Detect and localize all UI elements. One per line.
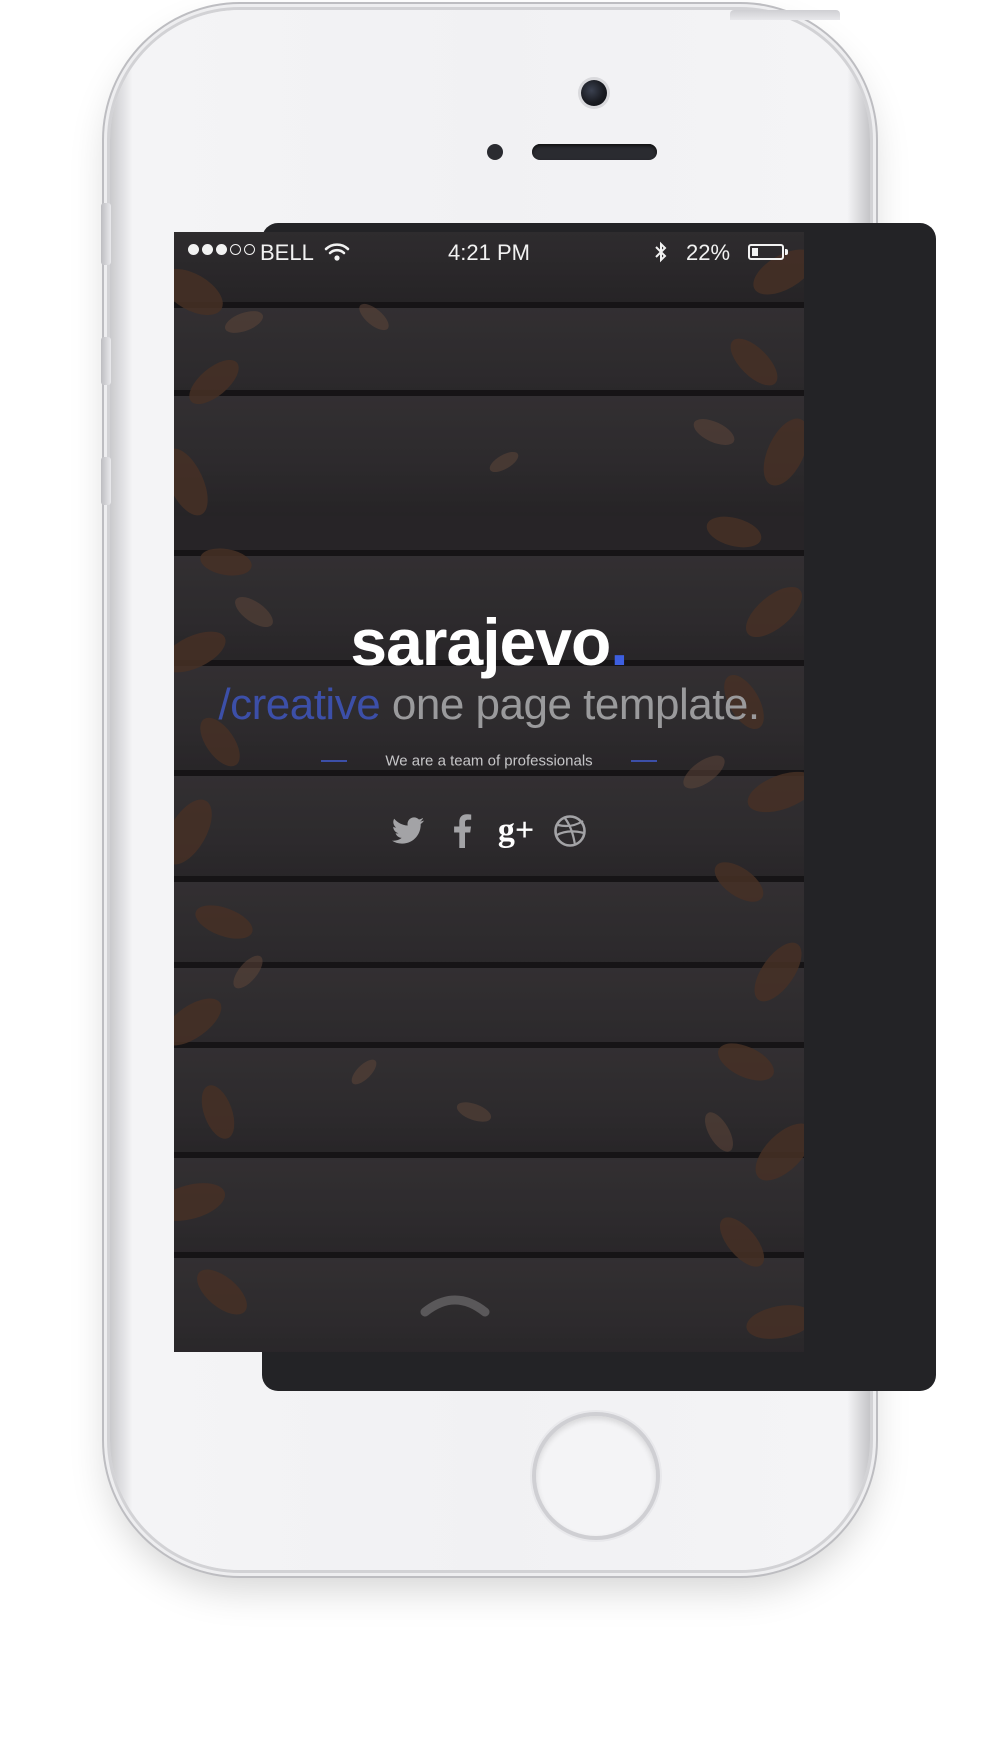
subtitle-rule-right — [631, 759, 658, 762]
tagline-accent: /creative — [218, 680, 381, 729]
hero-subtitle-row: We are a team of professionals — [174, 752, 804, 770]
volume-up-button — [101, 337, 111, 385]
battery-icon — [748, 244, 788, 260]
dribbble-icon[interactable] — [551, 812, 589, 850]
social-links: g+ — [174, 812, 804, 850]
front-camera — [581, 80, 607, 106]
brand-dot: . — [610, 605, 628, 679]
google-plus-icon[interactable]: g+ — [497, 812, 535, 850]
facebook-icon[interactable] — [443, 812, 481, 850]
mute-switch — [101, 203, 111, 265]
brand-name: sarajevo — [350, 605, 611, 679]
battery-level — [752, 248, 758, 256]
power-button — [730, 10, 840, 20]
scroll-up-icon[interactable] — [420, 1292, 490, 1318]
earpiece-speaker — [532, 144, 657, 160]
twitter-icon[interactable] — [389, 812, 427, 850]
phone-screen: BELL 4:21 PM 22% sarajevo. /creative one… — [174, 232, 804, 1352]
battery-percent: 22% — [686, 240, 731, 265]
hero-tagline: /creative one page template. — [174, 680, 804, 730]
status-bar: BELL 4:21 PM 22% — [174, 232, 804, 272]
volume-down-button — [101, 457, 111, 505]
tagline-rest: one page template. — [380, 680, 760, 729]
subtitle-rule-left — [320, 759, 347, 762]
hero-subtitle: We are a team of professionals — [385, 752, 593, 770]
home-button[interactable] — [532, 1412, 660, 1540]
proximity-sensor — [487, 144, 503, 160]
dark-overlay — [174, 232, 804, 1352]
bluetooth-icon — [655, 241, 667, 263]
brand-logo: sarajevo. — [174, 604, 804, 680]
